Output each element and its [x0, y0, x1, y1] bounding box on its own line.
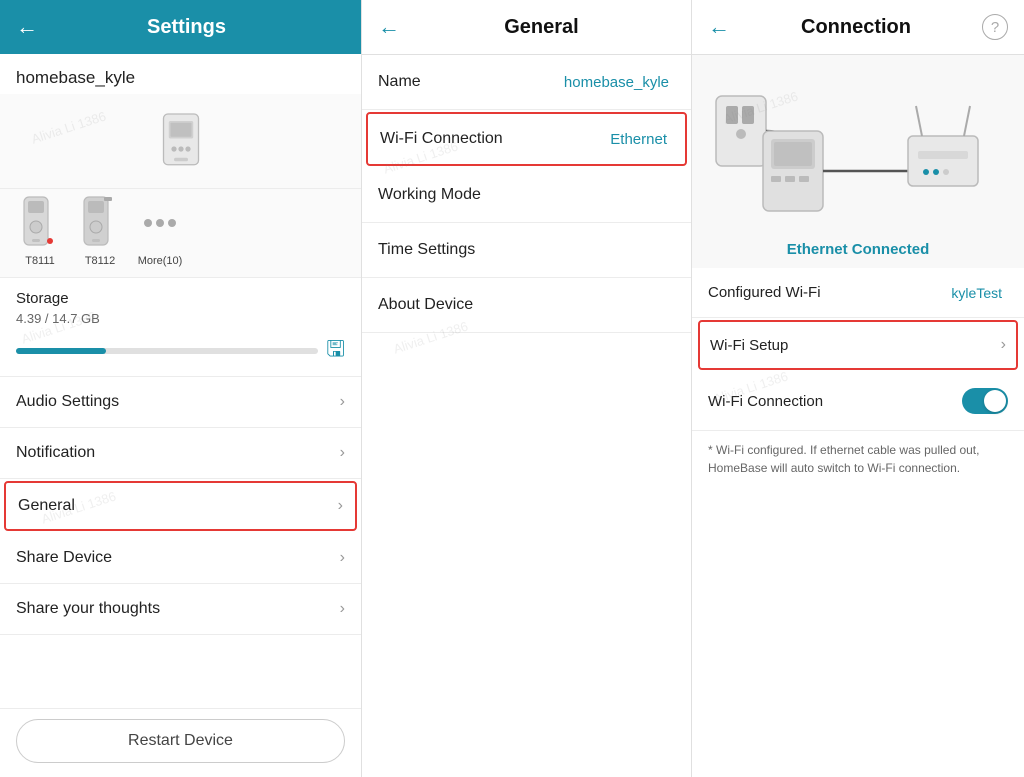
device-thumb-t8112[interactable]: T8112	[76, 195, 124, 267]
chevron-right-icon: ›	[340, 393, 345, 411]
general-item-working-mode[interactable]: Working Mode	[362, 168, 691, 223]
storage-bar-fill	[16, 348, 106, 354]
connection-title: Connection	[730, 16, 982, 39]
device-thumb-icon-more	[136, 195, 184, 251]
general-item-value-wifi: Ethernet	[610, 131, 667, 148]
conn-item-configured-wifi[interactable]: Configured Wi-Fi kyleTest	[692, 268, 1024, 318]
conn-item-label-wifi-connection: Wi-Fi Connection	[708, 393, 962, 410]
storage-sub: 4.39 / 14.7 GB	[16, 311, 345, 326]
device-thumbs-row: T8111 T8112 More	[0, 189, 361, 278]
connection-diagram	[692, 55, 1024, 235]
chevron-right-icon: ›	[338, 497, 343, 515]
help-icon[interactable]: ?	[982, 14, 1008, 40]
device-image-area	[0, 94, 361, 189]
settings-back-button[interactable]: ←	[16, 14, 38, 40]
chevron-right-icon: ›	[1001, 336, 1006, 354]
connection-status-label: Ethernet Connected	[692, 235, 1024, 268]
general-item-name[interactable]: Name homebase_kyle	[362, 55, 691, 110]
settings-panel: ← Settings homebase_kyle	[0, 0, 362, 777]
connection-list: Configured Wi-Fi kyleTest Wi-Fi Setup › …	[692, 268, 1024, 777]
connection-diagram-svg	[708, 76, 1008, 231]
conn-item-wifi-setup[interactable]: Wi-Fi Setup ›	[698, 320, 1018, 370]
general-item-label-time-settings: Time Settings	[378, 241, 675, 259]
device-thumb-icon-t8111	[16, 195, 64, 251]
restart-device-button[interactable]: Restart Device	[16, 719, 345, 763]
general-item-label-about-device: About Device	[378, 296, 675, 314]
settings-list: Audio Settings › Notification › General …	[0, 377, 361, 708]
connection-note: * Wi-Fi configured. If ethernet cable wa…	[692, 431, 1024, 491]
settings-item-label-share-thoughts: Share your thoughts	[16, 600, 340, 618]
device-thumb-icon-t8112	[76, 195, 124, 251]
general-panel: ← General Name homebase_kyle Wi-Fi Conne…	[362, 0, 692, 777]
general-header: ← General	[362, 0, 691, 55]
storage-label: Storage	[16, 290, 345, 307]
homebase-image	[146, 102, 216, 182]
storage-bar-track	[16, 348, 318, 354]
device-thumb-label-t8111: T8111	[25, 255, 55, 267]
general-item-value-name: homebase_kyle	[564, 74, 669, 91]
settings-item-label-general: General	[18, 497, 338, 515]
conn-item-wifi-connection[interactable]: Wi-Fi Connection	[692, 372, 1024, 431]
connection-panel: ← Connection ?	[692, 0, 1024, 777]
general-item-label-working-mode: Working Mode	[378, 186, 675, 204]
device-name-label: homebase_kyle	[0, 54, 361, 94]
device-thumb-more[interactable]: More(10)	[136, 195, 184, 267]
device-thumb-t8111[interactable]: T8111	[16, 195, 64, 267]
chevron-right-icon: ›	[340, 600, 345, 618]
device-thumb-label-more: More(10)	[138, 255, 183, 267]
chevron-right-icon: ›	[340, 549, 345, 567]
general-title: General	[408, 16, 675, 39]
connection-back-button[interactable]: ←	[708, 14, 730, 40]
settings-header: ← Settings	[0, 0, 361, 54]
conn-item-label-configured-wifi: Configured Wi-Fi	[708, 284, 951, 301]
general-item-time-settings[interactable]: Time Settings	[362, 223, 691, 278]
conn-item-label-wifi-setup: Wi-Fi Setup	[710, 337, 1001, 354]
general-item-label-wifi: Wi-Fi Connection	[380, 130, 610, 148]
settings-item-audio[interactable]: Audio Settings ›	[0, 377, 361, 428]
settings-item-share-device[interactable]: Share Device ›	[0, 533, 361, 584]
settings-item-label-share-device: Share Device	[16, 549, 340, 567]
device-thumb-label-t8112: T8112	[85, 255, 115, 267]
storage-bar-row: 🖫	[16, 332, 345, 370]
general-item-wifi[interactable]: Wi-Fi Connection Ethernet	[366, 112, 687, 166]
settings-item-share-thoughts[interactable]: Share your thoughts ›	[0, 584, 361, 635]
storage-icon: 🖫	[326, 332, 345, 370]
connection-header: ← Connection ?	[692, 0, 1024, 55]
general-item-about-device[interactable]: About Device	[362, 278, 691, 333]
settings-item-label-audio: Audio Settings	[16, 393, 340, 411]
chevron-right-icon: ›	[340, 444, 345, 462]
general-back-button[interactable]: ←	[378, 14, 400, 40]
conn-item-value-configured-wifi: kyleTest	[951, 285, 1002, 301]
settings-item-notification[interactable]: Notification ›	[0, 428, 361, 479]
general-item-label-name: Name	[378, 73, 564, 91]
settings-item-label-notification: Notification	[16, 444, 340, 462]
wifi-connection-toggle[interactable]	[962, 388, 1008, 414]
settings-title: Settings	[50, 16, 323, 39]
storage-section: Storage 4.39 / 14.7 GB 🖫	[0, 278, 361, 377]
general-list: Name homebase_kyle Wi-Fi Connection Ethe…	[362, 55, 691, 777]
restart-button-row: Restart Device	[0, 708, 361, 777]
settings-item-general[interactable]: General ›	[4, 481, 357, 531]
